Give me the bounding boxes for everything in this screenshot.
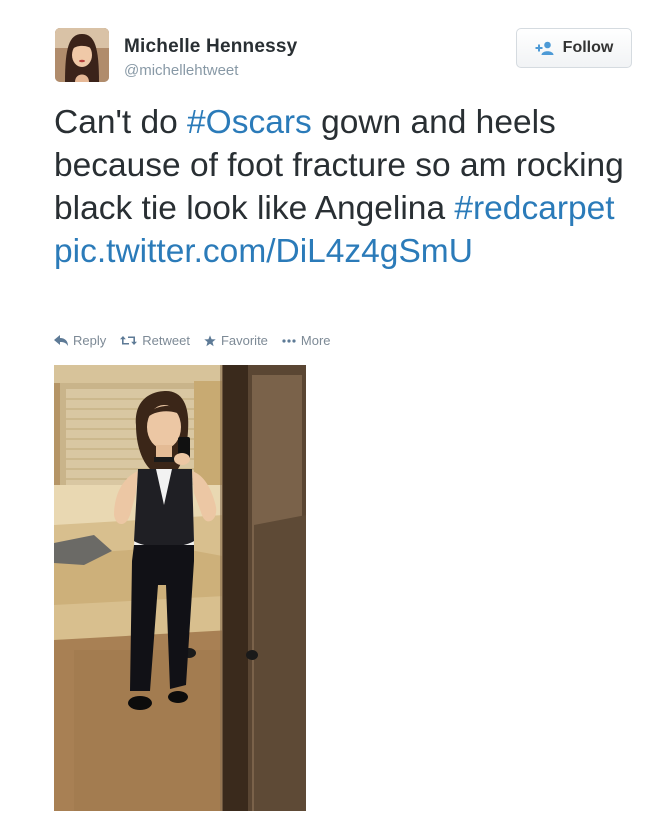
tweet-text-segment: Can't do <box>54 104 188 141</box>
ellipsis-icon <box>282 338 296 343</box>
follow-button[interactable]: Follow <box>516 28 632 68</box>
favorite-action[interactable]: Favorite <box>204 333 268 348</box>
user-handle[interactable]: @michellehtweet <box>124 62 238 79</box>
tweet-text: Can't do #Oscars gown and heels because … <box>54 101 624 273</box>
hashtag-link[interactable]: #Oscars <box>187 104 312 141</box>
reply-label: Reply <box>73 333 107 348</box>
user-name[interactable]: Michelle Hennessy <box>124 36 297 58</box>
retweet-action[interactable]: Retweet <box>120 333 190 348</box>
media-link[interactable]: pic.twitter.com/DiL4z4gSmU <box>54 233 473 270</box>
avatar[interactable] <box>55 28 109 82</box>
reply-action[interactable]: Reply <box>54 333 106 348</box>
reply-arrow-icon <box>54 335 68 346</box>
retweet-arrows-icon <box>120 335 138 346</box>
star-icon <box>204 334 216 347</box>
favorite-label: Favorite <box>220 333 268 348</box>
tweet-card: Michelle Hennessy @michellehtweet Follow… <box>0 0 650 829</box>
hashtag-link[interactable]: #redcarpet <box>454 190 614 227</box>
more-action[interactable]: More <box>282 333 331 348</box>
retweet-label: Retweet <box>142 333 190 348</box>
tweet-actions: Reply Retweet Favorite More <box>54 333 331 348</box>
follow-label: Follow <box>562 39 614 56</box>
add-user-icon <box>535 40 555 56</box>
more-label: More <box>300 333 331 348</box>
tweet-photo[interactable] <box>54 365 306 811</box>
